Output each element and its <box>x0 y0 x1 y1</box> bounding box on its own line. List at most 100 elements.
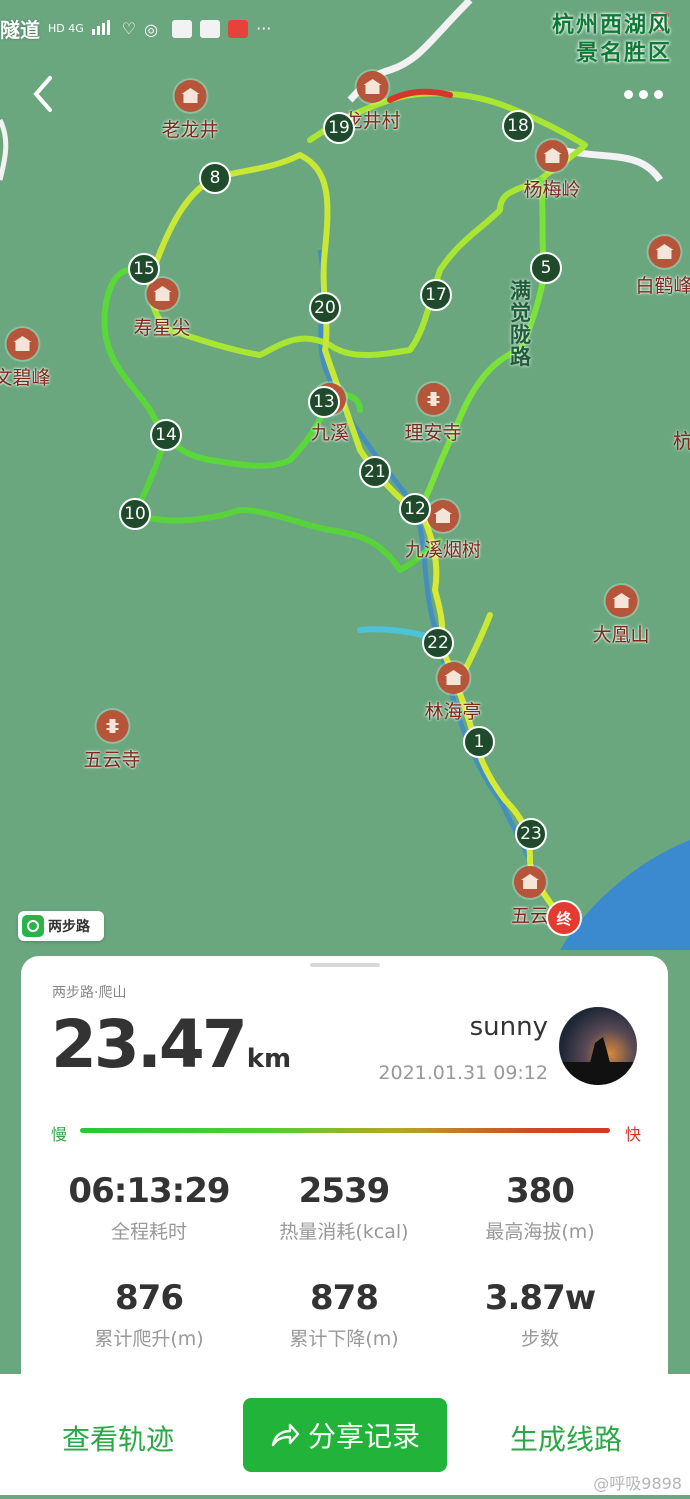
share-record-button[interactable]: 分享记录 <box>243 1398 447 1472</box>
poi-label: 九溪烟树 <box>404 539 482 561</box>
chevron-left-icon <box>33 76 52 112</box>
share-record-label: 分享记录 <box>307 1420 420 1453</box>
km-marker[interactable]: 8 <box>199 162 231 194</box>
dot-icon <box>653 89 663 99</box>
poi-label: 大凰山 <box>592 624 650 646</box>
poi-wenbifeng[interactable]: 文碧峰 <box>0 328 51 390</box>
km-marker-label: 18 <box>507 116 529 136</box>
poi-label: 林海亭 <box>424 701 482 723</box>
temple-icon <box>604 585 637 617</box>
temple-icon <box>355 71 388 103</box>
km-marker-label: 15 <box>133 259 155 279</box>
huawei-icon <box>228 19 249 38</box>
avatar[interactable] <box>559 1007 637 1085</box>
watermark: @呼吸9898 <box>593 1474 682 1493</box>
end-marker-label: 终 <box>556 909 572 928</box>
brand-name: 两步路 <box>48 919 90 935</box>
stat-label: 热量消耗(kcal) <box>279 1221 409 1243</box>
poi-wuyunsi[interactable]: 五云寺 <box>83 710 141 772</box>
km-marker-label: 22 <box>427 633 449 653</box>
temple-icon <box>647 236 680 268</box>
stat-value: 876 <box>115 1278 184 1318</box>
stat-ascent: 876 累计爬升(m) <box>49 1278 249 1351</box>
km-marker-label: 1 <box>473 732 485 752</box>
stat-descent: 878 累计下降(m) <box>244 1278 444 1351</box>
stat-label: 最高海拔(m) <box>485 1221 595 1243</box>
km-marker[interactable]: 13 <box>308 386 340 418</box>
route-track <box>101 88 588 928</box>
speed-gradient-bar <box>80 1128 610 1133</box>
km-marker[interactable]: 14 <box>150 419 182 451</box>
temple-icon <box>426 500 459 532</box>
poi-label: 老龙井 <box>161 119 219 141</box>
km-marker[interactable]: 1 <box>463 726 495 758</box>
poi-wuyun[interactable]: 五云 <box>511 866 549 928</box>
status-left: 隧道 HD 4G ♡ ◎ ··· <box>0 14 271 43</box>
activity-type: 两步路·爬山 <box>52 985 127 1001</box>
stat-label: 步数 <box>520 1328 559 1350</box>
signal-icon <box>91 19 114 39</box>
activity-datetime: 2021.01.31 09:12 <box>378 1062 548 1084</box>
pagoda-icon <box>95 710 128 742</box>
km-marker[interactable]: 17 <box>420 279 452 311</box>
summary-card[interactable]: 两步路·爬山 23.47 km sunny 2021.01.31 09:12 慢… <box>21 956 668 1381</box>
km-marker-label: 8 <box>209 168 221 188</box>
km-marker-label: 17 <box>425 285 447 305</box>
drag-handle[interactable] <box>310 963 380 967</box>
poi-label: 理安寺 <box>404 422 462 444</box>
km-marker[interactable]: 15 <box>128 253 160 285</box>
road <box>0 118 9 181</box>
km-marker-label: 14 <box>155 425 177 445</box>
stat-value: 878 <box>310 1278 379 1318</box>
poi-lianshi[interactable]: 理安寺 <box>404 383 462 445</box>
more-button[interactable] <box>618 82 668 106</box>
km-marker[interactable]: 18 <box>502 110 534 142</box>
back-button[interactable] <box>26 72 66 116</box>
wechat-icon: ◎ <box>144 19 159 39</box>
poi-label-partial: 杭 <box>673 429 690 453</box>
scenic-area-title-line2: 景名胜区 <box>575 41 672 66</box>
poi-laolongjing[interactable]: 老龙井 <box>161 80 219 142</box>
distance-value: 23.47 <box>51 1006 248 1083</box>
km-marker[interactable]: 21 <box>359 456 391 488</box>
distance: 23.47 km <box>51 1006 291 1083</box>
poi-yangmeiling[interactable]: 杨梅岭 <box>523 140 581 202</box>
sina-icon <box>200 19 221 38</box>
poi-label: 五云 <box>510 905 550 927</box>
poi-dahuangshan[interactable]: 大凰山 <box>592 585 650 647</box>
speed-slow-label: 慢 <box>51 1125 68 1144</box>
km-marker-label: 12 <box>404 499 426 519</box>
dot-icon <box>623 89 633 99</box>
km-marker[interactable]: 23 <box>515 818 547 850</box>
pagoda-icon <box>416 383 449 415</box>
view-track-button[interactable]: 查看轨迹 <box>62 1418 174 1458</box>
km-marker[interactable]: 5 <box>530 252 562 284</box>
stat-label: 全程耗时 <box>110 1221 187 1243</box>
km-marker[interactable]: 10 <box>119 498 151 530</box>
generate-route-button[interactable]: 生成线路 <box>510 1418 622 1458</box>
brand-badge: 两步路 <box>18 911 104 941</box>
km-marker-label: 13 <box>313 392 335 412</box>
heart-rate-icon: ♡ <box>121 19 137 38</box>
end-marker[interactable]: 终 <box>546 900 582 936</box>
km-marker[interactable]: 19 <box>323 112 355 144</box>
km-marker-label: 21 <box>364 462 386 482</box>
km-marker-label: 19 <box>328 118 350 138</box>
poi-baihefeng[interactable]: 白鹤峰 <box>635 236 690 298</box>
brand-logo-icon <box>22 915 44 937</box>
poi-shouxingjian[interactable]: 寿星尖 <box>133 278 191 340</box>
scenic-area-title: 杭州西湖风 景名胜区 <box>552 12 672 68</box>
news-app-icon <box>172 19 193 38</box>
km-marker[interactable]: 12 <box>399 493 431 525</box>
stat-label: 累计爬升(m) <box>94 1328 204 1350</box>
km-marker-label: 10 <box>124 504 146 524</box>
stat-value: 2539 <box>298 1171 391 1211</box>
speed-fast-label: 快 <box>624 1125 641 1144</box>
track-segment <box>132 432 443 573</box>
road-label: 满觉陇路 <box>510 279 531 369</box>
km-marker[interactable]: 20 <box>309 292 341 324</box>
temple-icon <box>436 662 469 694</box>
km-marker[interactable]: 22 <box>422 627 454 659</box>
poi-linhaiting[interactable]: 林海亭 <box>424 662 482 724</box>
temple-icon <box>513 866 546 898</box>
